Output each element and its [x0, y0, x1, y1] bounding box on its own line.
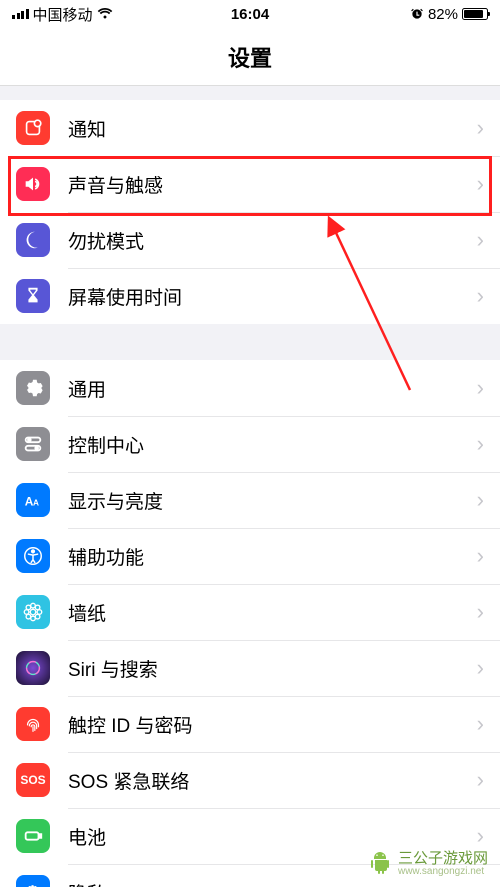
status-right: 82%: [410, 6, 488, 23]
signal-icon: [12, 9, 29, 19]
page-header: 设置: [0, 28, 500, 86]
row-label: 显示与亮度: [68, 487, 477, 514]
watermark-text: 三公子游戏网: [398, 850, 488, 867]
row-label: 电池: [68, 823, 477, 850]
chevron-right-icon: ›: [477, 599, 484, 625]
gear-icon: [16, 371, 50, 405]
chevron-right-icon: ›: [477, 431, 484, 457]
chevron-right-icon: ›: [477, 283, 484, 309]
row-label: Siri 与搜索: [68, 655, 477, 682]
row-label: 勿扰模式: [68, 227, 477, 254]
flower-icon: [16, 595, 50, 629]
page-title: 设置: [228, 41, 272, 73]
settings-group-2: 通用 › 控制中心 › AA 显示与亮度 › 辅助功能 › 墙纸 › Siri …: [0, 360, 500, 887]
row-label: 通知: [68, 115, 477, 142]
status-bar: 中国移动 16:04 82%: [0, 0, 500, 28]
chevron-right-icon: ›: [477, 171, 484, 197]
toggles-icon: [16, 427, 50, 461]
chevron-right-icon: ›: [477, 879, 484, 887]
status-left: 中国移动: [12, 4, 113, 25]
row-accessibility[interactable]: 辅助功能 ›: [0, 528, 500, 584]
notifications-icon: [16, 111, 50, 145]
section-gap: [0, 86, 500, 100]
moon-icon: [16, 223, 50, 257]
text-size-icon: AA: [16, 483, 50, 517]
watermark: 三公子游戏网 www.sangongzi.net: [368, 847, 488, 877]
row-general[interactable]: 通用 ›: [0, 360, 500, 416]
row-label: 墙纸: [68, 599, 477, 626]
section-gap: [0, 324, 500, 360]
row-label: SOS 紧急联络: [68, 767, 477, 794]
chevron-right-icon: ›: [477, 543, 484, 569]
chevron-right-icon: ›: [477, 115, 484, 141]
row-control-center[interactable]: 控制中心 ›: [0, 416, 500, 472]
row-wallpaper[interactable]: 墙纸 ›: [0, 584, 500, 640]
chevron-right-icon: ›: [477, 711, 484, 737]
chevron-right-icon: ›: [477, 487, 484, 513]
sounds-icon: [16, 167, 50, 201]
status-time: 16:04: [231, 6, 269, 23]
row-siri-search[interactable]: Siri 与搜索 ›: [0, 640, 500, 696]
sos-icon: SOS: [16, 763, 50, 797]
battery-icon: [16, 819, 50, 853]
hand-icon: [16, 875, 50, 887]
chevron-right-icon: ›: [477, 767, 484, 793]
chevron-right-icon: ›: [477, 655, 484, 681]
row-label: 控制中心: [68, 431, 477, 458]
fingerprint-icon: [16, 707, 50, 741]
row-do-not-disturb[interactable]: 勿扰模式 ›: [0, 212, 500, 268]
carrier-label: 中国移动: [33, 4, 93, 25]
row-display-brightness[interactable]: AA 显示与亮度 ›: [0, 472, 500, 528]
row-sounds-haptics[interactable]: 声音与触感 ›: [0, 156, 500, 212]
row-label: 通用: [68, 375, 477, 402]
chevron-right-icon: ›: [477, 227, 484, 253]
accessibility-icon: [16, 539, 50, 573]
row-notifications[interactable]: 通知 ›: [0, 100, 500, 156]
row-label: 屏幕使用时间: [68, 283, 477, 310]
row-touchid-passcode[interactable]: 触控 ID 与密码 ›: [0, 696, 500, 752]
hourglass-icon: [16, 279, 50, 313]
svg-text:A: A: [33, 499, 39, 508]
row-emergency-sos[interactable]: SOS SOS 紧急联络 ›: [0, 752, 500, 808]
row-label: 声音与触感: [68, 171, 477, 198]
row-label: 隐私: [68, 879, 477, 887]
row-label: 辅助功能: [68, 543, 477, 570]
watermark-url: www.sangongzi.net: [398, 866, 488, 877]
battery-pct: 82%: [428, 6, 458, 23]
row-label: 触控 ID 与密码: [68, 711, 477, 738]
chevron-right-icon: ›: [477, 375, 484, 401]
siri-icon: [16, 651, 50, 685]
battery-icon: [462, 8, 488, 20]
chevron-right-icon: ›: [477, 823, 484, 849]
row-screen-time[interactable]: 屏幕使用时间 ›: [0, 268, 500, 324]
settings-group-1: 通知 › 声音与触感 › 勿扰模式 › 屏幕使用时间 ›: [0, 100, 500, 324]
android-icon: [368, 850, 392, 874]
alarm-icon: [410, 7, 424, 21]
wifi-icon: [97, 8, 113, 20]
